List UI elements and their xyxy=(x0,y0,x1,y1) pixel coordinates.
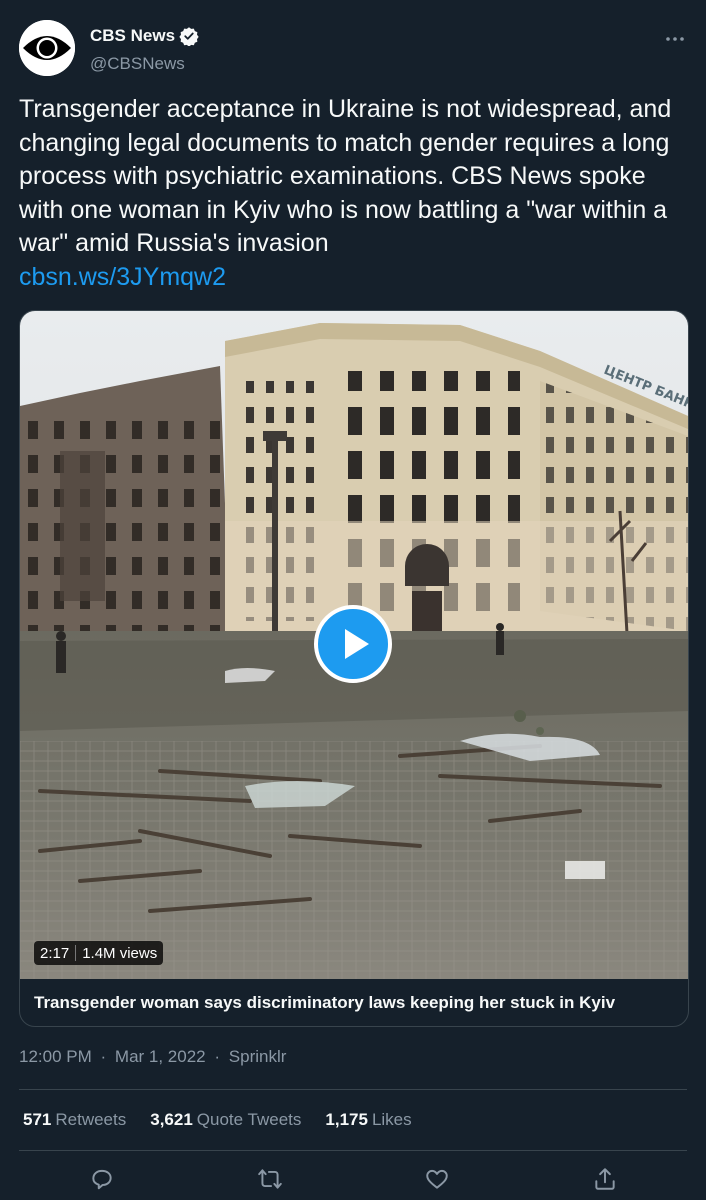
meta-dot: · xyxy=(100,1047,107,1066)
quote-tweets-stat[interactable]: 3,621 Quote Tweets xyxy=(150,1110,301,1130)
likes-stat[interactable]: 1,175 Likes xyxy=(325,1110,411,1130)
tweet-time[interactable]: 12:00 PM xyxy=(19,1047,92,1066)
play-icon xyxy=(345,629,369,659)
meta-dot: · xyxy=(214,1047,221,1066)
cbs-eye-logo xyxy=(19,20,75,76)
tweet-source[interactable]: Sprinklr xyxy=(229,1047,287,1066)
video-player[interactable]: ЦЕНТР БАНК 2:17 1.4M views xyxy=(20,311,688,979)
retweet-icon[interactable] xyxy=(257,1166,283,1192)
retweets-stat[interactable]: 571 Retweets xyxy=(23,1110,126,1130)
quote-tweets-count: 3,621 xyxy=(150,1110,193,1129)
engagement-stats: 571 Retweets 3,621 Quote Tweets 1,175 Likes xyxy=(23,1110,436,1130)
handle[interactable]: @CBSNews xyxy=(90,54,199,74)
author-names: CBS News @CBSNews xyxy=(90,25,199,74)
verified-badge-icon xyxy=(179,27,199,46)
display-name-row: CBS News xyxy=(90,25,199,47)
reply-icon[interactable] xyxy=(89,1166,115,1192)
media-card[interactable]: ЦЕНТР БАНК 2:17 1.4M views Transgender w… xyxy=(19,310,689,1027)
share-icon[interactable] xyxy=(592,1166,618,1192)
display-name[interactable]: CBS News xyxy=(90,26,175,46)
video-stats-badge: 2:17 1.4M views xyxy=(34,941,164,965)
media-title[interactable]: Transgender woman says discriminatory la… xyxy=(34,993,615,1013)
badge-divider xyxy=(75,945,77,961)
more-icon[interactable] xyxy=(664,28,686,50)
likes-label: Likes xyxy=(371,1110,412,1129)
tweet-link[interactable]: cbsn.ws/3JYmqw2 xyxy=(19,261,689,295)
retweets-label: Retweets xyxy=(55,1110,127,1129)
play-button[interactable] xyxy=(314,605,392,683)
tweet-date[interactable]: Mar 1, 2022 xyxy=(115,1047,206,1066)
quote-tweets-label: Quote Tweets xyxy=(196,1110,302,1129)
like-icon[interactable] xyxy=(424,1166,450,1192)
likes-count: 1,175 xyxy=(325,1110,368,1129)
tweet-body: Transgender acceptance in Ukraine is not… xyxy=(19,95,672,257)
video-duration: 2:17 xyxy=(40,944,70,962)
divider xyxy=(19,1150,687,1151)
avatar[interactable] xyxy=(19,20,75,76)
video-views: 1.4M views xyxy=(82,944,158,962)
retweets-count: 571 xyxy=(23,1110,52,1129)
divider xyxy=(19,1089,687,1090)
tweet-text: Transgender acceptance in Ukraine is not… xyxy=(19,93,689,294)
action-bar xyxy=(0,1162,706,1200)
tweet-meta: 12:00 PM · Mar 1, 2022 · Sprinklr xyxy=(19,1047,290,1067)
tweet-header: CBS News @CBSNews xyxy=(19,20,687,78)
